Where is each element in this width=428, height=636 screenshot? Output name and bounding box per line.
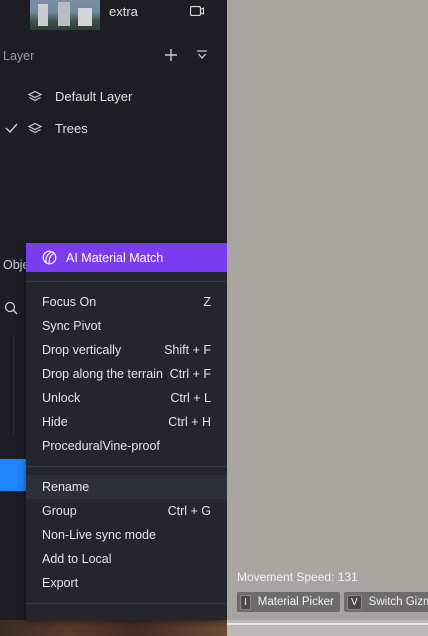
- layer-row-default[interactable]: Default Layer: [0, 85, 227, 109]
- menu-item-shortcut: Ctrl + G: [167, 504, 211, 518]
- hint-label: Switch Gizmo: [368, 596, 428, 608]
- layer-panel-title: Layer: [3, 49, 35, 63]
- menu-item-label: Drop along the terrain: [42, 367, 163, 381]
- menu-item-drop-vertically[interactable]: Drop vertically Shift + F: [26, 338, 227, 362]
- menu-item-hide[interactable]: Hide Ctrl + H: [26, 410, 227, 434]
- menu-item-proceduralvine[interactable]: ProceduralVine-proof: [26, 434, 227, 458]
- menu-separator: [26, 281, 227, 282]
- layers-icon: [28, 90, 42, 102]
- add-layer-icon[interactable]: [164, 48, 178, 62]
- menu-item-unlock[interactable]: Unlock Ctrl + L: [26, 386, 227, 410]
- layers-icon: [28, 122, 42, 134]
- ai-sphere-icon: [42, 250, 57, 265]
- search-icon[interactable]: [4, 301, 18, 315]
- menu-item-label: Hide: [42, 415, 68, 429]
- menu-item-shortcut: Shift + F: [164, 343, 211, 357]
- scene-thumbnail[interactable]: [30, 0, 100, 30]
- left-panel: extra Layer Default Layer Trees Obje AI …: [0, 0, 227, 636]
- menu-item-focus-on[interactable]: Focus On Z: [26, 290, 227, 314]
- menu-item-label: Focus On: [42, 295, 97, 309]
- layer-label: Trees: [55, 121, 88, 136]
- selected-row-highlight[interactable]: [0, 459, 26, 491]
- menu-item-shortcut: Ctrl + L: [170, 391, 211, 405]
- menu-separator: [26, 603, 227, 604]
- hint-switch-gizmo[interactable]: V Switch Gizmo: [344, 592, 428, 612]
- layer-label: Default Layer: [55, 89, 133, 104]
- menu-item-add-to-local[interactable]: Add to Local: [26, 547, 227, 571]
- menu-item-rename[interactable]: Rename: [26, 475, 227, 499]
- hint-material-picker[interactable]: I Material Picker: [237, 592, 340, 612]
- viewport-bottom-line: [227, 623, 428, 625]
- menu-item-label: Export: [42, 576, 79, 590]
- menu-item-label: Group: [42, 504, 77, 518]
- hint-key: V: [347, 594, 362, 610]
- context-menu: AI Material Match Focus On Z Sync Pivot …: [26, 243, 227, 620]
- menu-item-non-live-sync[interactable]: Non-Live sync mode: [26, 523, 227, 547]
- menu-item-drop-along-terrain[interactable]: Drop along the terrain Ctrl + F: [26, 362, 227, 386]
- menu-item-group[interactable]: Group Ctrl + G: [26, 499, 227, 523]
- ai-item-label: AI Material Match: [66, 251, 164, 265]
- menu-item-label: Drop vertically: [42, 343, 122, 357]
- 3d-viewport[interactable]: Movement Speed: 131 I Material Picker V …: [227, 0, 428, 636]
- menu-item-shortcut: Ctrl + H: [168, 415, 211, 429]
- menu-item-sync-pivot[interactable]: Sync Pivot: [26, 314, 227, 338]
- layer-row-trees[interactable]: Trees: [0, 117, 227, 141]
- dropdown-arrow-icon[interactable]: [196, 50, 208, 60]
- hint-label: Material Picker: [257, 596, 334, 608]
- terrain-preview-strip: [0, 620, 227, 636]
- menu-item-shortcut: Ctrl + F: [166, 367, 211, 381]
- menu-item-label: Non-Live sync mode: [42, 528, 156, 542]
- menu-separator: [26, 466, 227, 467]
- menu-item-label: Rename: [42, 480, 90, 494]
- menu-item-label: Sync Pivot: [42, 319, 102, 333]
- top-item-label: extra: [109, 4, 138, 19]
- movement-speed-readout: Movement Speed: 131: [237, 570, 358, 584]
- tree-guide-line: [13, 335, 14, 435]
- ai-material-match-item[interactable]: AI Material Match: [26, 243, 227, 272]
- camera-icon[interactable]: [190, 6, 204, 16]
- menu-item-shortcut: Z: [203, 295, 211, 309]
- hint-key: I: [240, 594, 251, 610]
- menu-item-label: ProceduralVine-proof: [42, 439, 160, 453]
- menu-item-export[interactable]: Export: [26, 571, 227, 595]
- menu-item-label: Unlock: [42, 391, 81, 405]
- menu-item-label: Add to Local: [42, 552, 112, 566]
- check-icon: [5, 123, 18, 134]
